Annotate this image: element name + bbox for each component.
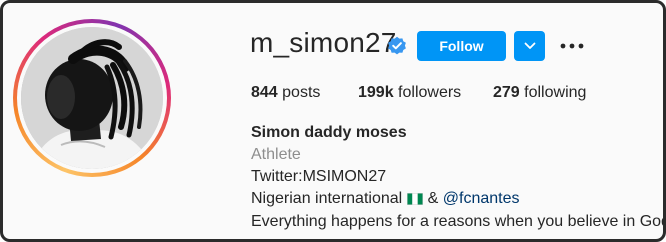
verified-badge-icon bbox=[388, 36, 406, 55]
bio-nationality-text: Nigerian international bbox=[251, 190, 403, 207]
followers-count: 199k bbox=[358, 84, 394, 101]
profile-username: m_simon27 bbox=[250, 27, 397, 58]
avatar-photo bbox=[21, 27, 163, 169]
following-count: 279 bbox=[493, 84, 520, 101]
nigeria-flag-icon bbox=[407, 193, 424, 205]
following-stat[interactable]: 279 following bbox=[493, 84, 586, 102]
following-label: following bbox=[524, 84, 587, 101]
posts-count: 844 bbox=[251, 84, 278, 101]
bio-line-twitter: Twitter:MSIMON27 bbox=[251, 168, 387, 185]
bio-category: Athlete bbox=[251, 146, 301, 163]
suggested-accounts-dropdown-button[interactable] bbox=[514, 31, 545, 61]
bio-quote-text: Everything happens for a reasons when yo… bbox=[251, 213, 666, 230]
profile-header-card: m_simon27 Follow 844 posts 199k follower… bbox=[0, 0, 666, 242]
more-options-button[interactable] bbox=[559, 33, 585, 59]
mention-link-fcnantes[interactable]: @fcnantes bbox=[443, 190, 520, 207]
posts-stat: 844 posts bbox=[251, 84, 320, 102]
bio-full-name: Simon daddy moses bbox=[251, 124, 407, 141]
follow-button[interactable]: Follow bbox=[417, 31, 506, 61]
bio-line-quote: Everything happens for a reasons when yo… bbox=[251, 212, 666, 231]
followers-stat[interactable]: 199k followers bbox=[358, 84, 461, 102]
bio-line-club: Nigerian international & @fcnantes bbox=[251, 190, 520, 208]
avatar-portrait-image bbox=[21, 27, 163, 169]
followers-label: followers bbox=[398, 84, 462, 101]
profile-avatar[interactable] bbox=[13, 19, 171, 177]
chevron-down-icon bbox=[524, 42, 535, 49]
posts-label: posts bbox=[282, 84, 321, 101]
bio-ampersand: & bbox=[427, 190, 439, 207]
more-options-icon bbox=[560, 43, 584, 49]
